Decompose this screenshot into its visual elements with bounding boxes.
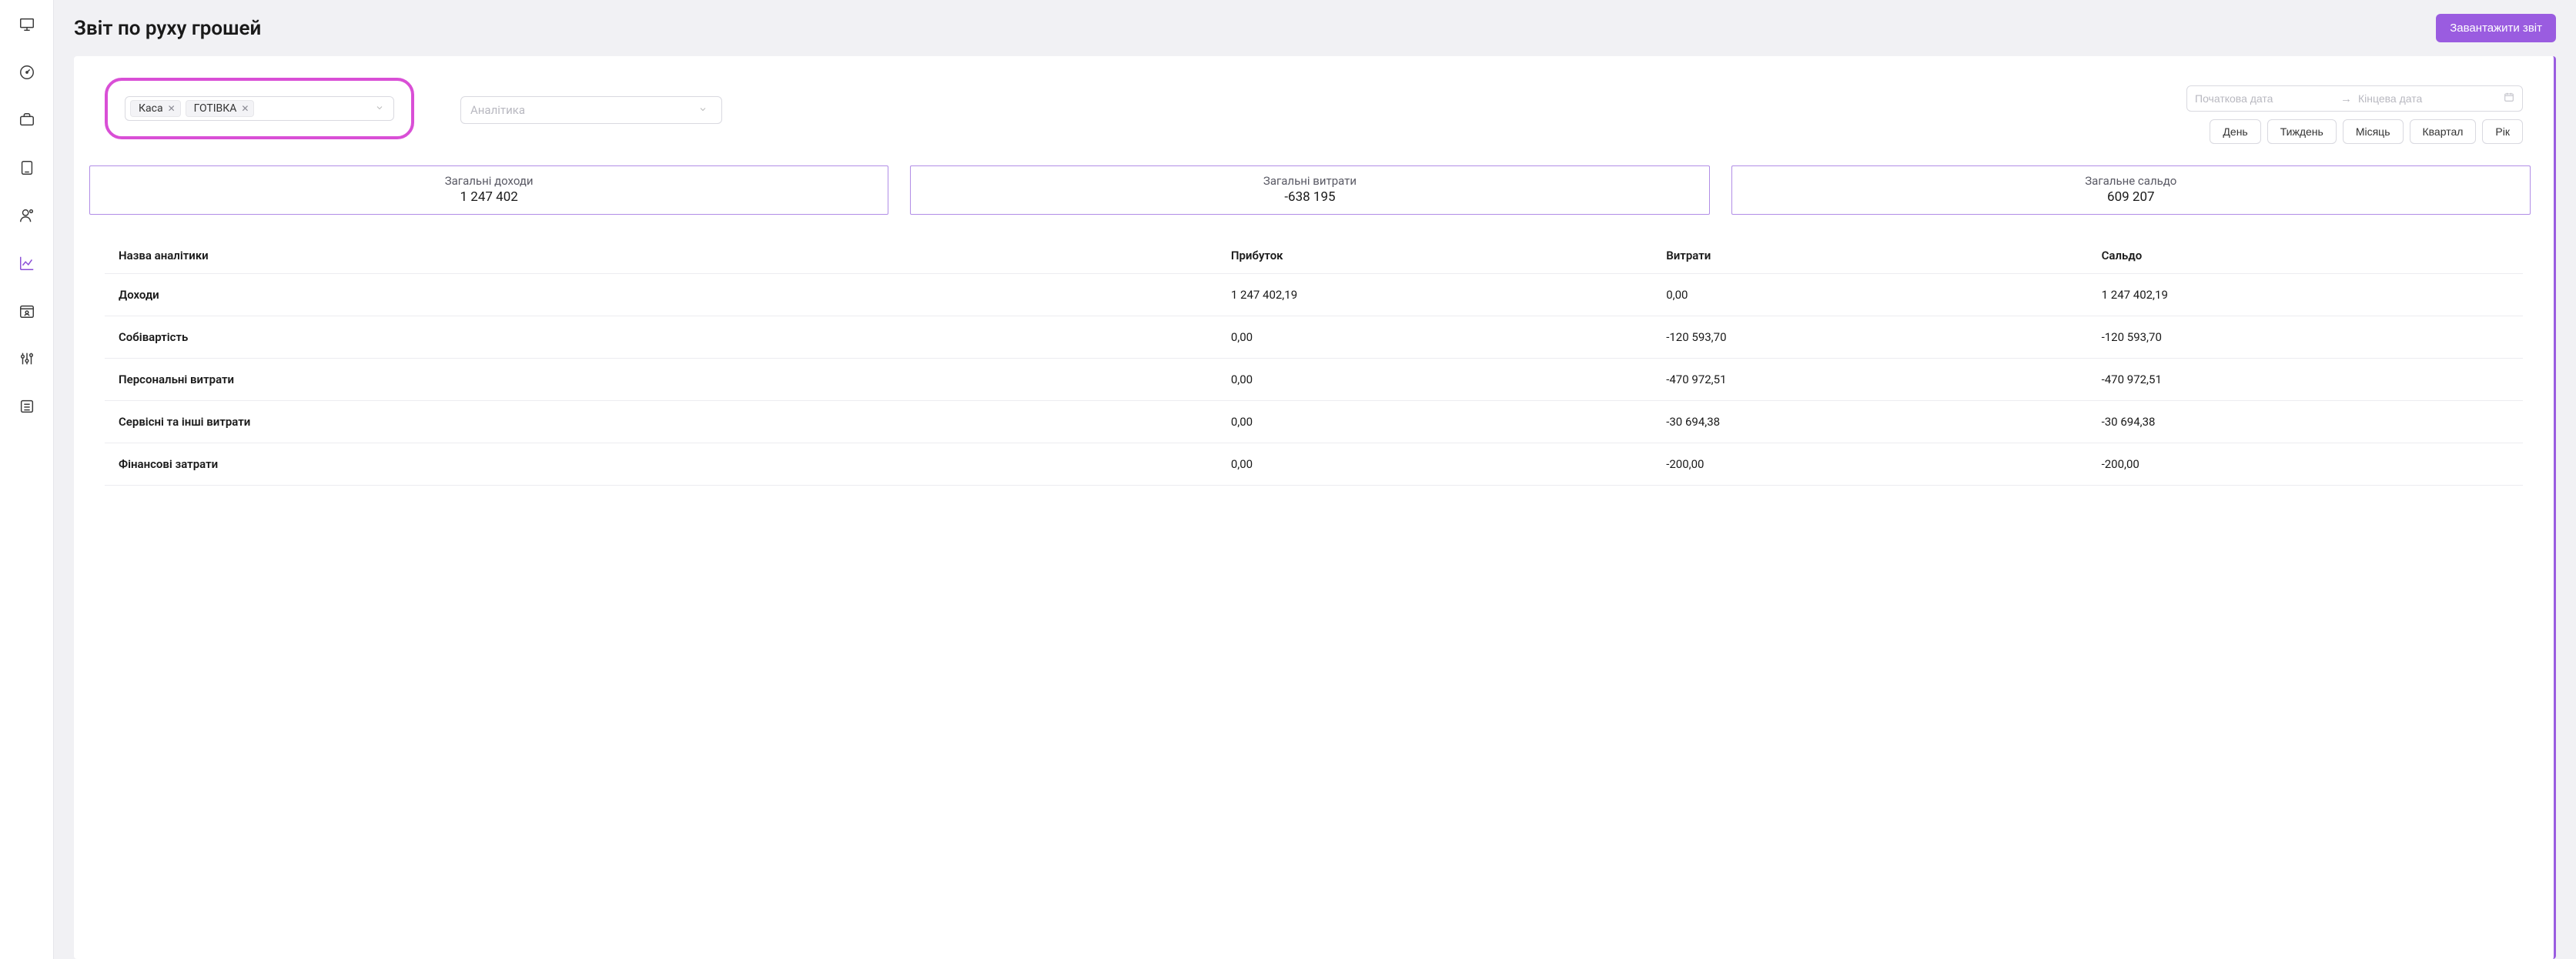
tag-remove-kasa[interactable]: ✕ <box>168 103 176 114</box>
period-quarter[interactable]: Квартал <box>2410 119 2477 144</box>
briefcase-icon <box>18 112 35 129</box>
period-buttons: День Тиждень Місяць Квартал Рік <box>2210 119 2523 144</box>
tag-label: Каса <box>139 102 163 115</box>
tag-remove-gotivka[interactable]: ✕ <box>241 103 249 114</box>
table-row: Доходи1 247 402,190,001 247 402,19 <box>105 274 2523 316</box>
chevron-down-icon <box>370 102 389 115</box>
nav-chart[interactable] <box>12 248 42 279</box>
nav-user[interactable] <box>12 200 42 231</box>
main-content: Звіт по руху грошей Завантажити звіт Кас… <box>54 0 2576 959</box>
filters-row: Каса ✕ ГОТІВКА ✕ Аналітика <box>105 78 2523 144</box>
sliders-icon <box>18 350 35 367</box>
summary-expense-value: -638 195 <box>911 189 1708 205</box>
summary-income-value: 1 247 402 <box>90 189 888 205</box>
sidebar <box>0 0 54 959</box>
cell-expense: -120 593,70 <box>1652 316 2087 359</box>
calendar-user-icon <box>18 302 35 319</box>
period-day[interactable]: День <box>2210 119 2260 144</box>
period-month[interactable]: Місяць <box>2343 119 2404 144</box>
nav-list[interactable] <box>12 391 42 422</box>
arrow-right-icon: → <box>2340 92 2352 105</box>
table-row: Сервісні та інші витрати0,00-30 694,38-3… <box>105 401 2523 443</box>
table-row: Фінансові затрати0,00-200,00-200,00 <box>105 443 2523 486</box>
user-icon <box>18 207 35 224</box>
date-start-input[interactable] <box>2195 92 2334 105</box>
chart-icon <box>18 255 35 272</box>
monitor-icon <box>18 16 35 33</box>
cell-balance: -200,00 <box>2088 443 2523 486</box>
summary-income: Загальні доходи 1 247 402 <box>89 165 888 215</box>
summary-row: Загальні доходи 1 247 402 Загальні витра… <box>89 165 2531 215</box>
summary-balance: Загальне сальдо 609 207 <box>1731 165 2531 215</box>
nav-monitor[interactable] <box>12 9 42 40</box>
table-header-row: Назва аналітики Прибуток Витрати Сальдо <box>105 238 2523 274</box>
cell-balance: -30 694,38 <box>2088 401 2523 443</box>
col-balance-header: Сальдо <box>2088 238 2523 274</box>
tablet-icon <box>18 159 35 176</box>
cell-name: Собівартість <box>105 316 1217 359</box>
download-report-button[interactable]: Завантажити звіт <box>2436 14 2556 42</box>
cell-expense: -30 694,38 <box>1652 401 2087 443</box>
period-year[interactable]: Рік <box>2482 119 2523 144</box>
nav-gauge[interactable] <box>12 57 42 88</box>
tag-gotivka: ГОТІВКА ✕ <box>186 100 255 117</box>
cell-profit: 0,00 <box>1217 316 1652 359</box>
analytics-placeholder: Аналітика <box>470 103 525 117</box>
header: Звіт по руху грошей Завантажити звіт <box>74 14 2556 42</box>
summary-balance-value: 609 207 <box>1732 189 2530 205</box>
col-expense-header: Витрати <box>1652 238 2087 274</box>
calendar-icon <box>2504 92 2514 105</box>
content-card: Каса ✕ ГОТІВКА ✕ Аналітика <box>74 56 2556 959</box>
date-end-input[interactable] <box>2358 92 2497 105</box>
cell-profit: 1 247 402,19 <box>1217 274 1652 316</box>
page-title: Звіт по руху грошей <box>74 17 261 40</box>
analytics-select[interactable]: Аналітика <box>460 96 722 124</box>
cell-balance: -470 972,51 <box>2088 359 2523 401</box>
analytics-table: Назва аналітики Прибуток Витрати Сальдо … <box>105 238 2523 486</box>
cell-name: Доходи <box>105 274 1217 316</box>
cell-expense: -200,00 <box>1652 443 2087 486</box>
cell-balance: -120 593,70 <box>2088 316 2523 359</box>
cell-expense: 0,00 <box>1652 274 2087 316</box>
cell-name: Фінансові затрати <box>105 443 1217 486</box>
cash-filter-highlight: Каса ✕ ГОТІВКА ✕ <box>105 78 414 139</box>
cell-profit: 0,00 <box>1217 401 1652 443</box>
cell-name: Персональні витрати <box>105 359 1217 401</box>
summary-expense: Загальні витрати -638 195 <box>910 165 1709 215</box>
cell-profit: 0,00 <box>1217 443 1652 486</box>
nav-sliders[interactable] <box>12 343 42 374</box>
nav-calendar-user[interactable] <box>12 296 42 326</box>
gauge-icon <box>18 64 35 81</box>
list-icon <box>18 398 35 415</box>
right-filters: → День Тиждень Місяць Квартал Рік <box>2186 85 2523 144</box>
table-row: Собівартість0,00-120 593,70-120 593,70 <box>105 316 2523 359</box>
col-name-header: Назва аналітики <box>105 238 1217 274</box>
cell-balance: 1 247 402,19 <box>2088 274 2523 316</box>
date-range-picker[interactable]: → <box>2186 85 2523 112</box>
summary-expense-label: Загальні витрати <box>911 174 1708 188</box>
col-profit-header: Прибуток <box>1217 238 1652 274</box>
cell-expense: -470 972,51 <box>1652 359 2087 401</box>
tag-kasa: Каса ✕ <box>130 100 181 117</box>
nav-briefcase[interactable] <box>12 105 42 135</box>
table-row: Персональні витрати0,00-470 972,51-470 9… <box>105 359 2523 401</box>
summary-balance-label: Загальне сальдо <box>1732 174 2530 188</box>
period-week[interactable]: Тиждень <box>2267 119 2337 144</box>
cell-profit: 0,00 <box>1217 359 1652 401</box>
cash-multi-select[interactable]: Каса ✕ ГОТІВКА ✕ <box>125 96 394 121</box>
chevron-down-icon <box>694 103 712 117</box>
summary-income-label: Загальні доходи <box>90 174 888 188</box>
nav-tablet[interactable] <box>12 152 42 183</box>
cell-name: Сервісні та інші витрати <box>105 401 1217 443</box>
tag-label: ГОТІВКА <box>194 102 237 115</box>
